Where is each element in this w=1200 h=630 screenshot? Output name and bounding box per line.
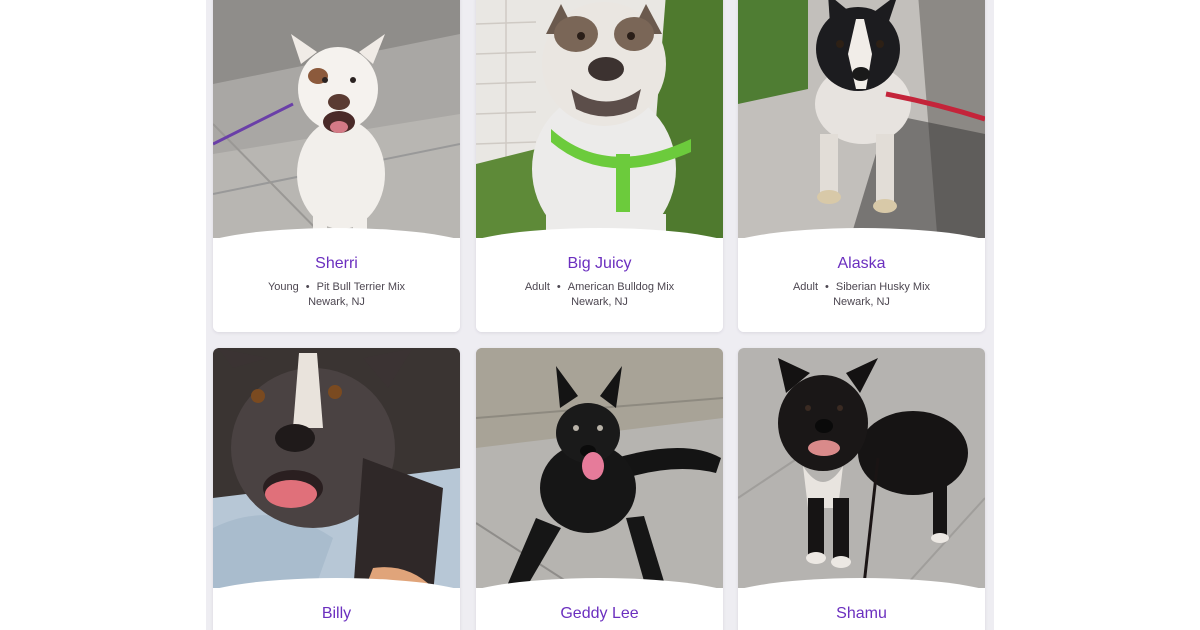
- pet-breed: American Bulldog Mix: [567, 281, 675, 293]
- pet-card-shamu[interactable]: Shamu: [738, 348, 985, 630]
- pet-info-shamu: Shamu: [738, 578, 985, 630]
- pet-card-sherri[interactable]: Sherri Young • Pit Bull Terrier Mix Newark…: [213, 0, 460, 332]
- pet-photo-geddy-lee[interactable]: [476, 348, 723, 594]
- pet-location: Newark, NJ: [833, 296, 890, 308]
- pet-photo-shamu[interactable]: [738, 348, 985, 594]
- pet-photo-billy[interactable]: [213, 348, 460, 594]
- pet-photo-sherri[interactable]: [213, 0, 460, 246]
- pet-results-page: Sherri Young • Pit Bull Terrier Mix Newark…: [0, 0, 1200, 630]
- pet-card-geddy-lee[interactable]: Geddy Lee: [476, 348, 723, 630]
- pet-info-big-juicy: Big Juicy Adult • American Bulldog Mix New…: [476, 228, 723, 332]
- pet-name-link[interactable]: Shamu: [738, 604, 985, 624]
- pet-info-geddy-lee: Geddy Lee: [476, 578, 723, 630]
- pet-breed: Pit Bull Terrier Mix: [316, 281, 406, 293]
- pet-photo-big-juicy[interactable]: [476, 0, 723, 246]
- pet-info-alaska: Alaska Adult • Siberian Husky Mix Newark, …: [738, 228, 985, 332]
- pet-details: Young • Pit Bull Terrier Mix Newark, NJ: [213, 280, 460, 310]
- separator-dot: •: [825, 281, 829, 293]
- pet-name-link[interactable]: Sherri: [213, 254, 460, 274]
- separator-dot: •: [305, 281, 310, 293]
- pet-name-link[interactable]: Big Juicy: [476, 254, 723, 274]
- pet-info-billy: Billy: [213, 578, 460, 630]
- pet-breed: Siberian Husky Mix: [835, 281, 931, 293]
- pet-age: Young: [267, 281, 299, 293]
- pet-age: Adult: [524, 281, 550, 293]
- pet-age: Adult: [792, 281, 819, 293]
- pet-name-link[interactable]: Alaska: [738, 254, 985, 274]
- separator-dot: •: [556, 281, 561, 293]
- pet-info-sherri: Sherri Young • Pit Bull Terrier Mix Newark…: [213, 228, 460, 332]
- pet-location: Newark, NJ: [571, 296, 628, 308]
- pet-photo-alaska[interactable]: [738, 0, 985, 246]
- pet-card-alaska[interactable]: Alaska Adult • Siberian Husky Mix Newark, …: [738, 0, 985, 332]
- pet-name-link[interactable]: Billy: [213, 604, 460, 624]
- pet-card-big-juicy[interactable]: Big Juicy Adult • American Bulldog Mix New…: [476, 0, 723, 332]
- pet-card-billy[interactable]: Billy: [213, 348, 460, 630]
- pet-details: Adult • Siberian Husky Mix Newark, NJ: [738, 280, 985, 310]
- pet-name-link[interactable]: Geddy Lee: [476, 604, 723, 624]
- pet-location: Newark, NJ: [308, 296, 365, 308]
- pet-details: Adult • American Bulldog Mix Newark, NJ: [476, 280, 723, 310]
